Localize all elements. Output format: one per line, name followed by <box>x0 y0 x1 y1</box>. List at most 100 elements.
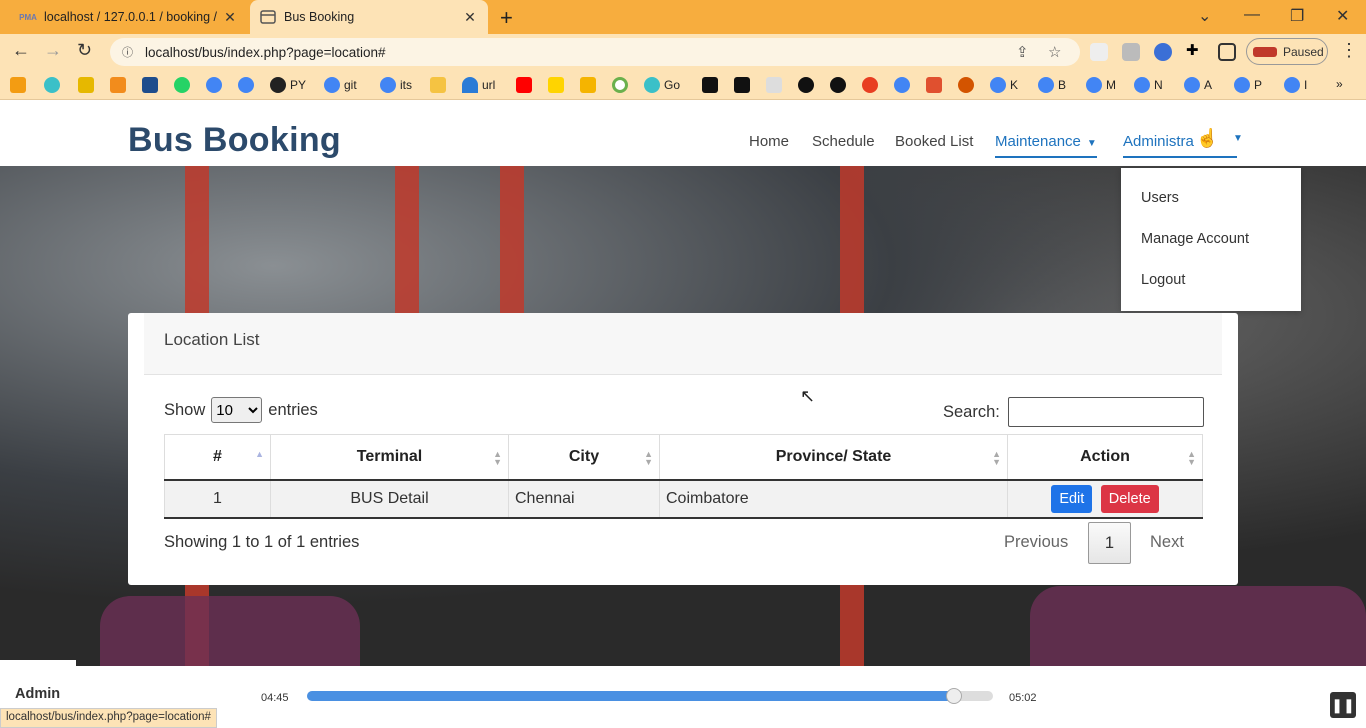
page-icon <box>260 9 276 25</box>
search-input[interactable] <box>1007 397 1204 427</box>
profile-status: Paused <box>1283 44 1324 59</box>
git-bookmark[interactable]: git <box>324 77 357 93</box>
bookmark-icon[interactable] <box>110 77 130 93</box>
google-bookmark[interactable]: B <box>1038 77 1066 93</box>
bookmark-icon[interactable] <box>830 77 850 93</box>
bookmark-icon[interactable] <box>78 77 98 93</box>
more-bookmarks-icon[interactable]: » <box>1336 77 1343 91</box>
site-navbar: Bus Booking Home Schedule Booked List Ma… <box>0 101 1366 166</box>
pagination-next[interactable]: Next <box>1150 533 1184 552</box>
chevron-down-icon: ▼ <box>1233 133 1243 144</box>
delete-button[interactable]: Delete <box>1100 484 1159 513</box>
close-icon[interactable]: ✕ <box>220 9 240 26</box>
new-tab-button[interactable]: + <box>500 5 513 31</box>
pause-icon[interactable]: ❚❚ <box>1330 692 1356 718</box>
bookmark-icon[interactable] <box>10 77 30 93</box>
info-icon[interactable]: ⓘ <box>122 44 133 60</box>
google-bookmark-icon[interactable] <box>894 77 914 93</box>
nav-maintenance[interactable]: Maintenance ▼ <box>995 133 1097 158</box>
tab-search-icon[interactable]: ⌄ <box>1198 6 1211 26</box>
reload-icon[interactable]: ↻ <box>77 40 92 61</box>
column-header-action[interactable]: Action ▲ ▼ <box>1007 434 1203 481</box>
back-icon[interactable]: ← <box>12 40 30 61</box>
its-bookmark[interactable]: its <box>380 77 412 93</box>
menu-icon[interactable]: ⋮ <box>1340 40 1358 61</box>
nav-home[interactable]: Home <box>749 133 789 150</box>
bookmark-icon[interactable] <box>580 77 600 93</box>
yandex-bookmark-icon[interactable] <box>862 77 882 93</box>
hand-cursor-icon: ☝ <box>1196 128 1219 148</box>
google-bookmark[interactable]: A <box>1184 77 1212 93</box>
nav-schedule[interactable]: Schedule <box>812 133 875 150</box>
chevron-down-icon: ▼ <box>1086 138 1097 149</box>
cell-terminal: BUS Detail <box>270 479 509 519</box>
player-total-time: 05:02 <box>1009 692 1037 704</box>
menu-item-logout[interactable]: Logout <box>1141 272 1185 288</box>
browser-toolbar: ← → ↻ ⓘ localhost/bus/index.php?page=loc… <box>0 34 1366 70</box>
puzzle-extensions-icon[interactable]: ✚ <box>1186 41 1204 59</box>
bookmark-icon[interactable] <box>612 77 632 93</box>
sort-icon: ▲ ▼ <box>992 449 1001 467</box>
github-bookmark[interactable]: PY <box>270 77 306 93</box>
column-header-province[interactable]: Province/ State ▲ ▼ <box>659 434 1008 481</box>
url-bookmark[interactable]: url <box>462 77 495 93</box>
share-icon[interactable]: ⇪ <box>1016 43 1029 61</box>
pma-bookmark-icon[interactable] <box>430 77 450 93</box>
address-text: localhost/bus/index.php?page=location# <box>145 44 386 60</box>
table-info: Showing 1 to 1 of 1 entries <box>164 533 360 551</box>
pagination-previous[interactable]: Previous <box>1004 533 1068 552</box>
extension-icon[interactable] <box>1122 43 1140 61</box>
column-header-terminal[interactable]: Terminal ▲ ▼ <box>270 434 509 481</box>
bookmark-icon[interactable] <box>798 77 818 93</box>
panda-extension-icon[interactable] <box>1090 43 1108 61</box>
close-window-icon[interactable]: ✕ <box>1336 6 1349 26</box>
cell-action: Edit Delete <box>1007 479 1203 519</box>
youtube-bookmark-icon[interactable] <box>516 77 536 93</box>
go-bookmark[interactable]: Go <box>644 77 680 93</box>
seek-bar-knob[interactable] <box>945 688 962 704</box>
bookmark-star-icon[interactable]: ☆ <box>1048 43 1061 61</box>
bookmark-icon[interactable] <box>926 77 946 93</box>
google-bookmark[interactable]: M <box>1086 77 1116 93</box>
google-bookmark-icon[interactable] <box>238 77 258 93</box>
forward-icon[interactable]: → <box>44 40 62 61</box>
side-panel-icon[interactable] <box>1218 43 1236 61</box>
bookmark-icon[interactable] <box>44 77 64 93</box>
column-header-number[interactable]: # ▲ <box>164 434 271 481</box>
tab-title: Bus Booking <box>284 10 355 24</box>
bus-seat <box>1030 586 1366 666</box>
google-bookmark[interactable]: I <box>1284 77 1307 93</box>
bookmark-icon[interactable] <box>734 77 754 93</box>
bookmark-icon[interactable] <box>958 77 978 93</box>
tab-phpmyadmin[interactable]: PMA localhost / 127.0.0.1 / booking / ✕ <box>0 0 248 34</box>
entries-select[interactable]: 10 <box>211 397 263 423</box>
player-seek-bar[interactable] <box>307 688 993 704</box>
menu-item-users[interactable]: Users <box>1141 190 1179 206</box>
edit-button[interactable]: Edit <box>1051 484 1093 513</box>
site-brand[interactable]: Bus Booking <box>128 121 341 160</box>
cell-number: 1 <box>164 479 271 519</box>
profile-paused-button[interactable]: Paused <box>1246 38 1328 65</box>
ieee-bookmark-icon[interactable] <box>142 77 162 93</box>
nav-administration[interactable]: Administra ▼ <box>1123 133 1243 158</box>
google-bookmark[interactable]: P <box>1234 77 1262 93</box>
menu-item-manage-account[interactable]: Manage Account <box>1141 231 1249 247</box>
extension-icon[interactable] <box>1154 43 1172 61</box>
bookmark-icon[interactable] <box>766 77 786 93</box>
entries-length-control: Show 10 entries <box>164 397 318 423</box>
close-icon[interactable]: ✕ <box>460 9 480 26</box>
google-bookmark[interactable]: K <box>990 77 1018 93</box>
location-table: # ▲ Terminal ▲ ▼ City ▲ ▼ Province/ State ▲ ▼ A… <box>164 434 1203 519</box>
pagination-page-1[interactable]: 1 <box>1088 522 1131 564</box>
bookmark-icon[interactable] <box>702 77 722 93</box>
address-bar[interactable]: ⓘ localhost/bus/index.php?page=location#… <box>110 38 1080 66</box>
restore-icon[interactable]: ❐ <box>1290 6 1304 26</box>
column-header-city[interactable]: City ▲ ▼ <box>508 434 660 481</box>
google-bookmark[interactable]: N <box>1134 77 1163 93</box>
nav-booked-list[interactable]: Booked List <box>895 133 973 150</box>
whatsapp-bookmark-icon[interactable] <box>174 77 194 93</box>
minimize-icon[interactable]: — <box>1244 6 1260 24</box>
google-bookmark-icon[interactable] <box>206 77 226 93</box>
tab-bus-booking[interactable]: Bus Booking ✕ <box>250 0 488 34</box>
bookmark-icon[interactable] <box>548 77 568 93</box>
